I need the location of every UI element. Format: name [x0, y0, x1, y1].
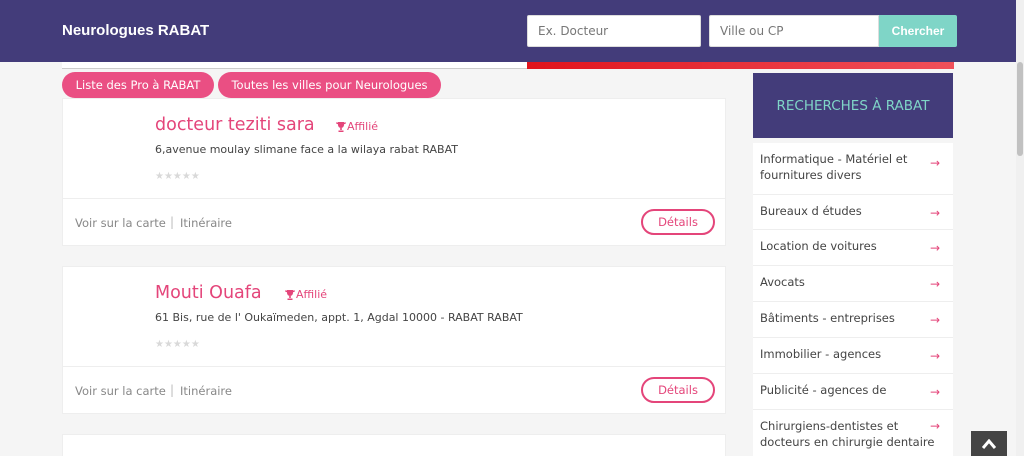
arrow-right-icon: → [930, 241, 941, 255]
ad-banner-strip [527, 62, 954, 69]
sidebar-item-label: Chirurgiens-dentistes et docteurs en chi… [760, 419, 935, 449]
top-header: Neurologues RABAT Chercher [0, 0, 1024, 62]
trophy-icon [284, 289, 296, 300]
city-search-input[interactable] [709, 15, 879, 47]
scroll-to-top-button[interactable] [971, 431, 1007, 456]
sidebar-item-informatique[interactable]: Informatique - Matériel et fournitures d… [753, 143, 953, 195]
affiliate-badge-label: Affilié [347, 120, 379, 133]
listing-card: docteur teziti sara Affilié 6,avenue mou… [62, 98, 726, 246]
sidebar-item-avocats[interactable]: Avocats → [753, 266, 953, 302]
sidebar-item-immobilier[interactable]: Immobilier - agences → [753, 338, 953, 374]
listing-card-partial [62, 434, 726, 456]
sidebar-item-label: Location de voitures [760, 239, 877, 253]
card-divider [63, 366, 725, 367]
details-button[interactable]: Détails [641, 209, 715, 235]
chevron-up-icon [982, 438, 996, 449]
arrow-right-icon: → [930, 206, 941, 220]
sidebar-item-bureaux[interactable]: Bureaux d études → [753, 195, 953, 230]
sidebar-item-location[interactable]: Location de voitures → [753, 230, 953, 266]
sidebar-item-publicite[interactable]: Publicité - agences de → [753, 374, 953, 410]
arrow-right-icon: → [930, 419, 941, 433]
card-divider [63, 198, 725, 199]
arrow-right-icon: → [930, 385, 941, 399]
all-cities-pill[interactable]: Toutes les villes pour Neurologues [218, 72, 441, 98]
arrow-right-icon: → [930, 313, 941, 327]
route-link[interactable]: Itinéraire [180, 384, 232, 398]
map-link[interactable]: Voir sur la carte [75, 216, 166, 230]
route-link[interactable]: Itinéraire [180, 216, 232, 230]
trophy-icon [335, 121, 347, 132]
arrow-right-icon: → [930, 349, 941, 363]
sidebar-title: RECHERCHES À RABAT [753, 73, 953, 138]
sidebar-item-label: Publicité - agences de [760, 383, 887, 397]
sidebar-item-label: Bureaux d études [760, 204, 862, 218]
arrow-right-icon: → [930, 156, 941, 170]
sidebar-item-label: Immobilier - agences [760, 347, 882, 361]
affiliate-badge: Affilié [335, 120, 378, 133]
details-button[interactable]: Détails [641, 377, 715, 403]
scrollbar-thumb[interactable] [1017, 62, 1023, 156]
listing-card: Mouti Ouafa Affilié 61 Bis, rue de l' Ou… [62, 266, 726, 414]
search-button[interactable]: Chercher [879, 15, 957, 47]
site-brand-title[interactable]: Neurologues RABAT [62, 22, 209, 39]
listing-name[interactable]: Mouti Ouafa [155, 283, 262, 303]
listing-address: 6,avenue moulay slimane face a la wilaya… [155, 143, 458, 156]
sidebar-item-batiments[interactable]: Bâtiments - entreprises → [753, 302, 953, 338]
link-separator: | [170, 383, 175, 397]
affiliate-badge-label: Affilié [296, 288, 328, 301]
sidebar-item-label: Bâtiments - entreprises [760, 311, 895, 325]
map-banner-strip [62, 62, 527, 69]
affiliate-badge: Affilié [284, 288, 327, 301]
link-separator: | [170, 215, 175, 229]
map-link[interactable]: Voir sur la carte [75, 384, 166, 398]
sidebar-item-label: Informatique - Matériel et fournitures d… [760, 152, 908, 182]
sidebar-item-label: Avocats [760, 275, 805, 289]
rating-stars: ★★★★★ [155, 339, 200, 350]
sidebar-item-chirurgiens[interactable]: Chirurgiens-dentistes et docteurs en chi… [753, 410, 953, 456]
pro-list-pill[interactable]: Liste des Pro à RABAT [62, 72, 214, 98]
listing-name[interactable]: docteur teziti sara [155, 115, 315, 135]
arrow-right-icon: → [930, 277, 941, 291]
rating-stars: ★★★★★ [155, 171, 200, 182]
doctor-search-input[interactable] [527, 15, 701, 47]
listing-address: 61 Bis, rue de l' Oukaïmeden, appt. 1, A… [155, 311, 523, 324]
